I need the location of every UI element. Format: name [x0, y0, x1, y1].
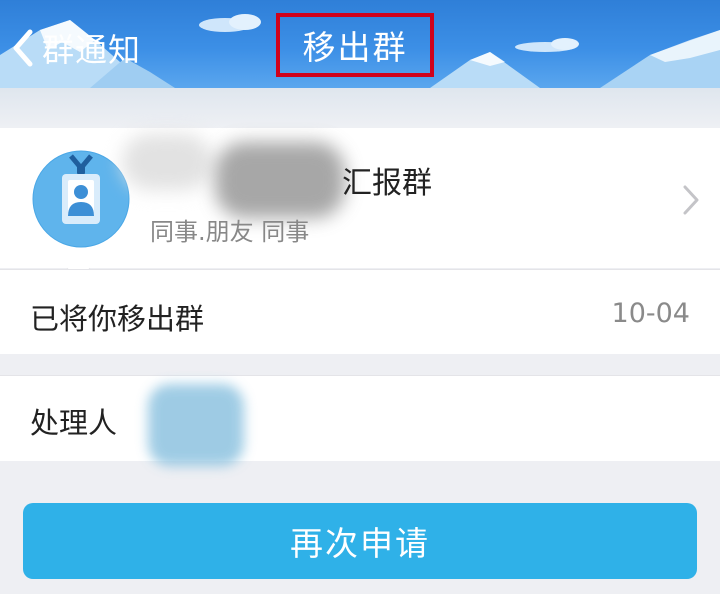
header-spacer: [0, 88, 720, 128]
notice-label: 已将你移出群: [30, 302, 205, 336]
title-highlight-box: 移出群: [276, 13, 434, 77]
notice-date: 10-04: [611, 298, 690, 329]
back-button[interactable]: 群通知: [8, 22, 141, 74]
back-label: 群通知: [42, 31, 142, 69]
page-title: 移出群: [302, 28, 408, 67]
notice-row: 已将你移出群 10-04: [0, 269, 720, 354]
nav-bar: 群通知 移出群: [0, 0, 720, 88]
chevron-right-icon: [683, 185, 699, 215]
chevron-left-icon: [13, 29, 33, 67]
handler-row[interactable]: 处理人: [0, 375, 720, 466]
group-name: 汇报群: [342, 166, 432, 201]
group-tags: 同事.朋友 同事: [150, 218, 310, 246]
handler-redaction-blur: [148, 384, 244, 466]
id-badge-icon: [32, 150, 130, 248]
reapply-button[interactable]: 再次申请: [23, 503, 697, 579]
handler-label: 处理人: [30, 406, 118, 440]
group-card[interactable]: 汇报群 同事.朋友 同事: [0, 128, 720, 281]
